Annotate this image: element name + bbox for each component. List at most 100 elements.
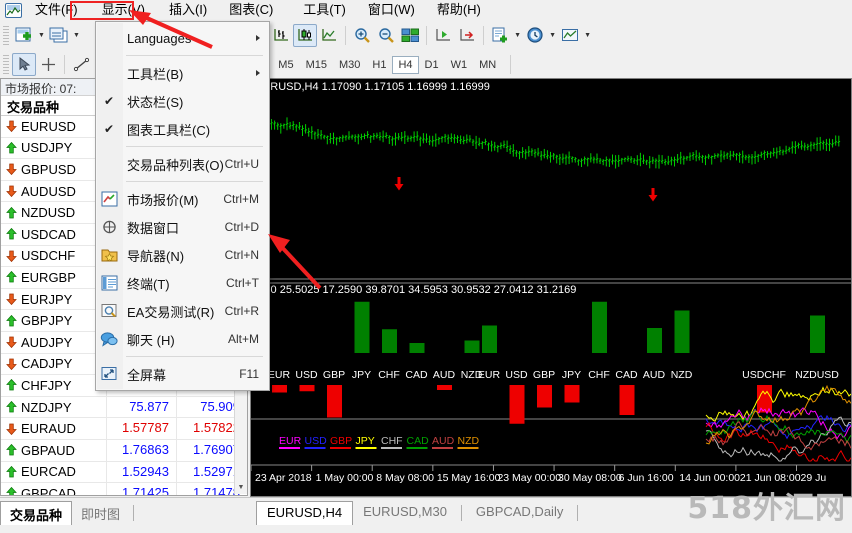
menu-item-[interactable]: 数据窗口 Ctrl+D (96, 213, 269, 241)
svg-text:AUD: AUD (432, 435, 455, 447)
tab-symbols[interactable]: 交易品种 (0, 501, 73, 525)
arrow-up-icon (6, 228, 17, 240)
menu-file[interactable]: 文件(F) (24, 0, 89, 20)
line-chart-icon[interactable] (317, 24, 341, 47)
arrow-up-icon (6, 141, 17, 154)
symbol-label: CADJPY (21, 356, 73, 372)
menu-item-s[interactable]: ✔ 状态栏(S) (96, 87, 269, 115)
add-indicator-dropdown-icon[interactable]: ▼ (512, 24, 523, 47)
column-symbol[interactable]: 交易品种 (1, 96, 107, 115)
scroll-down-icon[interactable]: ▼ (235, 481, 247, 494)
symbol-cell: GBPUSD (1, 159, 107, 180)
period-mn[interactable]: MN (473, 56, 502, 74)
menu-chart[interactable]: 图表(C) (218, 0, 284, 20)
symbol-cell: EURUSD (1, 116, 107, 137)
app-logo-icon (2, 1, 24, 19)
templates-dropdown-icon[interactable]: ▼ (582, 24, 593, 47)
menu-insert[interactable]: 插入(I) (158, 0, 218, 20)
menu-item-label: 交易品种列表(O) (127, 157, 224, 173)
period-w1[interactable]: W1 (445, 56, 474, 74)
add-indicator-icon[interactable] (488, 24, 512, 47)
period-h1[interactable]: H1 (366, 56, 392, 74)
table-row[interactable]: GBPCAD 1.71425 1.71478 (1, 483, 247, 495)
new-chart-icon[interactable] (12, 24, 36, 47)
menu-item-[interactable]: 全屏幕 F11 (96, 360, 269, 388)
symbol-cell: USDJPY (1, 137, 107, 159)
chart-autoscroll-icon[interactable] (455, 24, 479, 47)
candlestick-chart-icon[interactable] (293, 24, 318, 47)
table-row[interactable]: GBPAUD 1.76863 1.76907 (1, 439, 247, 462)
period-d1[interactable]: D1 (419, 56, 445, 74)
menu-item-t[interactable]: 终端(T) Ctrl+T (96, 269, 269, 297)
svg-text:NZD: NZD (671, 369, 693, 381)
menu-tools-label: 工具(T) (303, 2, 346, 17)
menu-item-label: 图表工具栏(C) (127, 122, 211, 138)
period-m30[interactable]: M30 (333, 56, 366, 74)
menu-item-n[interactable]: 导航器(N) Ctrl+N (96, 241, 269, 269)
chart-tab-gbpcad-daily[interactable]: GBPCAD,Daily (466, 501, 573, 522)
period-m15[interactable]: M15 (300, 56, 333, 74)
menu-view[interactable]: 显示(V) (89, 0, 158, 20)
profiles-icon[interactable] (47, 24, 71, 47)
new-chart-dropdown-icon[interactable]: ▼ (36, 24, 47, 47)
symbol-label: EURJPY (21, 291, 73, 307)
chart-shift-icon[interactable] (431, 24, 455, 47)
toolbar-grip[interactable] (3, 25, 9, 46)
cursor-icon[interactable] (12, 53, 36, 76)
period-m5[interactable]: M5 (272, 56, 299, 74)
menu-item-ear[interactable]: EA交易测试(R) Ctrl+R (96, 297, 269, 325)
svg-text:JPY: JPY (562, 369, 581, 381)
menu-item-o[interactable]: 交易品种列表(O) Ctrl+U (96, 150, 269, 178)
menu-item-label: 聊天 (H) (127, 332, 175, 348)
tab-tickchart[interactable]: 即时图 (72, 501, 129, 526)
period-dropdown-icon[interactable]: ▼ (547, 24, 558, 47)
symbol-cell: CHFJPY (1, 375, 107, 396)
menu-separator (126, 146, 263, 147)
symbol-cell: EURGBP (1, 267, 107, 288)
menu-help[interactable]: 帮助(H) (426, 0, 492, 20)
menu-item-c[interactable]: ✔ 图表工具栏(C) (96, 115, 269, 143)
linetools-grip[interactable] (3, 54, 9, 75)
menu-item-label: 市场报价(M) (127, 192, 199, 208)
arrow-up-icon (6, 271, 17, 283)
svg-text:15 May 16:00: 15 May 16:00 (437, 472, 501, 484)
svg-text:NZD: NZD (458, 435, 480, 447)
arrow-up-icon (6, 444, 17, 456)
arrow-down-icon (6, 163, 17, 176)
zoom-in-icon[interactable] (350, 24, 374, 47)
zoom-out-icon[interactable] (374, 24, 398, 47)
period-h4[interactable]: H4 (392, 55, 419, 74)
arrow-down-icon (6, 358, 17, 370)
symbol-label: EURGBP (21, 269, 76, 285)
chart-area[interactable]: EUR USD GBP JPY CHF CAD AUD NZD EUR USD GBP JPY CHF C… (250, 78, 852, 497)
check-icon: ✔ (103, 94, 115, 108)
period-clock-icon[interactable] (523, 24, 547, 47)
menu-tools[interactable]: 工具(T) (292, 0, 357, 20)
svg-text:EUR: EUR (279, 435, 302, 447)
table-row[interactable]: EURAUD 1.57787 1.57822 (1, 418, 247, 440)
bid-cell: 1.71425 (107, 483, 177, 495)
table-row[interactable]: EURCAD 1.52943 1.52971 (1, 461, 247, 484)
svg-text:USD: USD (295, 369, 318, 381)
trendline-icon[interactable] (69, 53, 93, 76)
bar-chart-icon[interactable] (269, 24, 293, 47)
menu-item-languages[interactable]: Languages (96, 24, 269, 52)
menu-window[interactable]: 窗口(W) (357, 0, 426, 20)
svg-text:USD: USD (505, 369, 528, 381)
tile-windows-icon[interactable] (398, 24, 422, 47)
symbol-label: EURUSD (21, 118, 76, 134)
templates-icon[interactable] (558, 24, 582, 47)
menu-item-b[interactable]: 工具栏(B) (96, 59, 269, 87)
profiles-dropdown-icon[interactable]: ▼ (71, 24, 82, 47)
chart-tab-eurusd-h4[interactable]: EURUSD,H4 (256, 501, 354, 525)
chart-tab-eurusd-m30[interactable]: EURUSD,M30 (353, 501, 457, 522)
menu-item-h[interactable]: 聊天 (H) Alt+M (96, 325, 269, 353)
menu-item-m[interactable]: 市场报价(M) Ctrl+M (96, 185, 269, 213)
menu-bar: 文件(F) 显示(V) 插入(I) 图表(C) 工具(T) 窗口(W) 帮助(H… (0, 0, 852, 21)
crosshair-icon[interactable] (36, 53, 60, 76)
menu-view-label: 显示(V) (101, 2, 145, 17)
view-dropdown-menu[interactable]: Languages 工具栏(B) ✔ 状态栏(S) ✔ 图表工具栏(C) 交易品种列表(O)… (95, 21, 270, 391)
table-row[interactable]: NZDJPY 75.877 75.909 (1, 396, 247, 419)
symbol-label: USDJPY (21, 140, 73, 156)
svg-text:CHF: CHF (588, 369, 610, 381)
